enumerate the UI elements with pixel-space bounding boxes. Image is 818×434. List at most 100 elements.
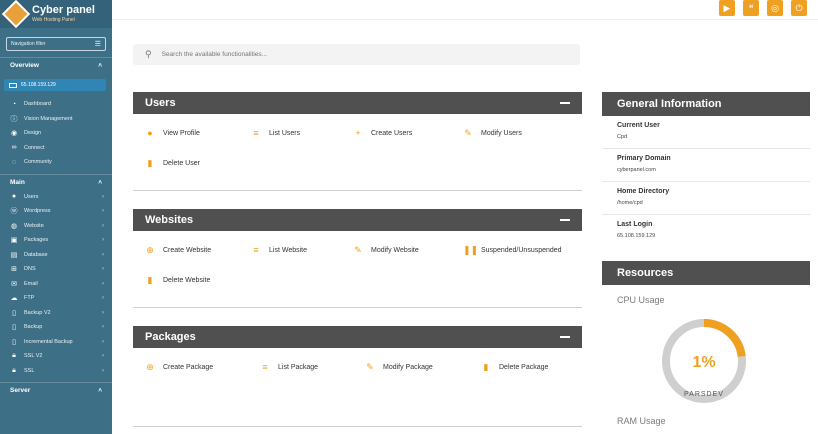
sidebar-item-ssl-v2[interactable]: 🔒︎ SSL V2 › xyxy=(0,349,112,364)
home-directory-row: Home Directory /home/cpd xyxy=(602,182,810,215)
list-package-link[interactable]: ≡ List Package xyxy=(260,352,365,382)
navigation-filter-input[interactable]: Navigation filter ☰ xyxy=(6,37,106,51)
navigation-filter-label: Navigation filter xyxy=(11,41,46,47)
gauge-icon: ◔ xyxy=(11,100,17,108)
logo[interactable]: Cyber panel Web Hosting Panel xyxy=(0,0,112,29)
delete-user-link[interactable]: ▮ Delete User xyxy=(145,148,251,178)
sitemap-icon: ⊞ xyxy=(11,266,17,274)
chevron-right-icon: › xyxy=(102,338,104,345)
section-main[interactable]: Main ˄ xyxy=(0,173,112,190)
minimize-icon[interactable] xyxy=(560,102,570,104)
chevron-right-icon: › xyxy=(102,251,104,258)
cloud-upload-icon: ☁ xyxy=(10,295,18,303)
support-icon[interactable]: ◎ xyxy=(767,0,783,16)
plus-circle-icon: ⊕ xyxy=(146,244,154,255)
pause-icon: ❚❚ xyxy=(463,244,479,255)
server-ip-badge[interactable]: 65.108.159.129 xyxy=(4,79,106,91)
sidebar-item-backup-v2[interactable]: ▯ Backup V2 › xyxy=(0,306,112,321)
edit-icon: ✎ xyxy=(354,244,362,255)
sidebar-item-connect[interactable]: ∞ Connect xyxy=(0,141,112,156)
plus-circle-icon: ⊕ xyxy=(146,361,154,372)
minimize-icon[interactable] xyxy=(560,219,570,221)
power-icon[interactable]: ⏻ xyxy=(791,0,807,16)
sidebar-item-design[interactable]: ◉ Design xyxy=(0,126,112,141)
lock-icon: 🔒︎ xyxy=(12,352,16,360)
last-login-value: 65.108.159.129 xyxy=(617,233,656,239)
chevron-right-icon: › xyxy=(102,367,104,374)
chevron-up-icon: ˄ xyxy=(98,178,102,186)
modify-package-link[interactable]: ✎ Modify Package xyxy=(365,352,481,382)
sidebar-item-email[interactable]: ✉ Email › xyxy=(0,277,112,292)
suspend-unsuspend-link[interactable]: ❚❚ Suspended/Unsuspended xyxy=(463,235,581,265)
last-login-row: Last Login 65.108.159.129 xyxy=(602,215,810,248)
cpu-usage-label: CPU Usage xyxy=(617,295,665,305)
chat-icon: ◌ xyxy=(11,158,17,166)
envelope-icon: ✉ xyxy=(11,280,17,288)
brand-title: Cyber panel xyxy=(32,4,95,16)
chat-bubbles-icon[interactable]: ❝ xyxy=(743,0,759,16)
create-package-link[interactable]: ⊕ Create Package xyxy=(145,352,260,382)
chevron-right-icon: › xyxy=(102,193,104,200)
chevron-right-icon: › xyxy=(102,208,104,215)
section-main-label: Main xyxy=(10,178,25,186)
user-list-icon: ≡ xyxy=(253,128,259,138)
sidebar-item-wordpress[interactable]: ⓦ Wordpress › xyxy=(0,204,112,219)
minimize-icon[interactable] xyxy=(560,336,570,338)
chevron-right-icon: › xyxy=(102,222,104,229)
trash-icon: ▮ xyxy=(483,361,489,372)
list-icon: ≡ xyxy=(262,362,268,372)
monitor-icon xyxy=(9,82,17,88)
list-icon: ≡ xyxy=(253,245,259,255)
general-information-title: General Information xyxy=(602,92,810,116)
list-website-link[interactable]: ≡ List Website xyxy=(251,235,353,265)
delete-package-link[interactable]: ▮ Delete Package xyxy=(481,352,581,382)
sidebar-item-ftp[interactable]: ☁ FTP › xyxy=(0,291,112,306)
chevron-right-icon: › xyxy=(102,237,104,244)
functionality-search[interactable]: ⚲ xyxy=(133,44,580,65)
resources-title: Resources xyxy=(602,261,810,285)
youtube-icon[interactable]: ▶ xyxy=(719,0,735,16)
sidebar-item-community[interactable]: ◌ Community xyxy=(0,155,112,170)
sliders-icon[interactable]: ☰ xyxy=(95,40,101,48)
globe-icon: ◍ xyxy=(10,222,18,230)
create-website-link[interactable]: ⊕ Create Website xyxy=(145,235,251,265)
file-icon: ▯ xyxy=(12,338,16,346)
sidebar-item-database[interactable]: ▤ Database › xyxy=(0,248,112,263)
brand-subtitle: Web Hosting Panel xyxy=(32,17,75,23)
section-overview[interactable]: Overview ˄ xyxy=(0,57,112,73)
view-profile-link[interactable]: ● View Profile xyxy=(145,118,251,148)
chevron-up-icon: ˄ xyxy=(98,387,102,394)
chevron-right-icon: › xyxy=(102,280,104,287)
palette-icon: ◉ xyxy=(10,130,18,138)
search-icon: ⚲ xyxy=(145,49,152,59)
section-server[interactable]: Server ˄ xyxy=(0,382,112,398)
modify-website-link[interactable]: ✎ Modify Website xyxy=(353,235,463,265)
delete-website-link[interactable]: ▮ Delete Website xyxy=(145,265,251,295)
sidebar-item-incremental-backup[interactable]: ▯ Incremental Backup › xyxy=(0,335,112,350)
search-input[interactable] xyxy=(161,51,542,58)
sidebar-item-dns[interactable]: ⊞ DNS › xyxy=(0,262,112,277)
file-icon: ▯ xyxy=(12,324,16,332)
sidebar-item-vision-management[interactable]: ⓘ Vision Management xyxy=(0,112,112,127)
chevron-right-icon: › xyxy=(102,353,104,360)
section-overview-label: Overview xyxy=(10,62,39,69)
create-users-link[interactable]: + Create Users xyxy=(353,118,463,148)
resources-card: Resources CPU Usage 1% PARSDEV RAM Usage xyxy=(602,261,810,426)
websites-panel: Websites ⊕ Create Website ≡ List Website ✎… xyxy=(133,209,582,308)
list-users-link[interactable]: ≡ List Users xyxy=(251,118,353,148)
sidebar-item-dashboard[interactable]: ◔ Dashboard xyxy=(0,97,112,112)
home-directory-value: /home/cpd xyxy=(617,200,643,206)
sidebar-item-website[interactable]: ◍ Website › xyxy=(0,219,112,234)
cyberpanel-logo-icon xyxy=(1,0,31,29)
modify-users-link[interactable]: ✎ Modify Users xyxy=(463,118,573,148)
chevron-up-icon: ˄ xyxy=(98,62,102,69)
users-panel: Users ● View Profile ≡ List Users + Create … xyxy=(133,92,582,191)
database-icon: ▤ xyxy=(10,251,18,259)
sidebar-item-users[interactable]: ● Users › xyxy=(0,190,112,205)
file-icon: ▯ xyxy=(12,309,16,317)
ram-usage-label: RAM Usage xyxy=(617,416,666,426)
sidebar-item-backup[interactable]: ▯ Backup › xyxy=(0,320,112,335)
chevron-right-icon: › xyxy=(102,266,104,273)
sidebar-item-packages[interactable]: ▣ Packages › xyxy=(0,233,112,248)
sidebar-item-ssl[interactable]: 🔒︎ SSL › xyxy=(0,364,112,379)
